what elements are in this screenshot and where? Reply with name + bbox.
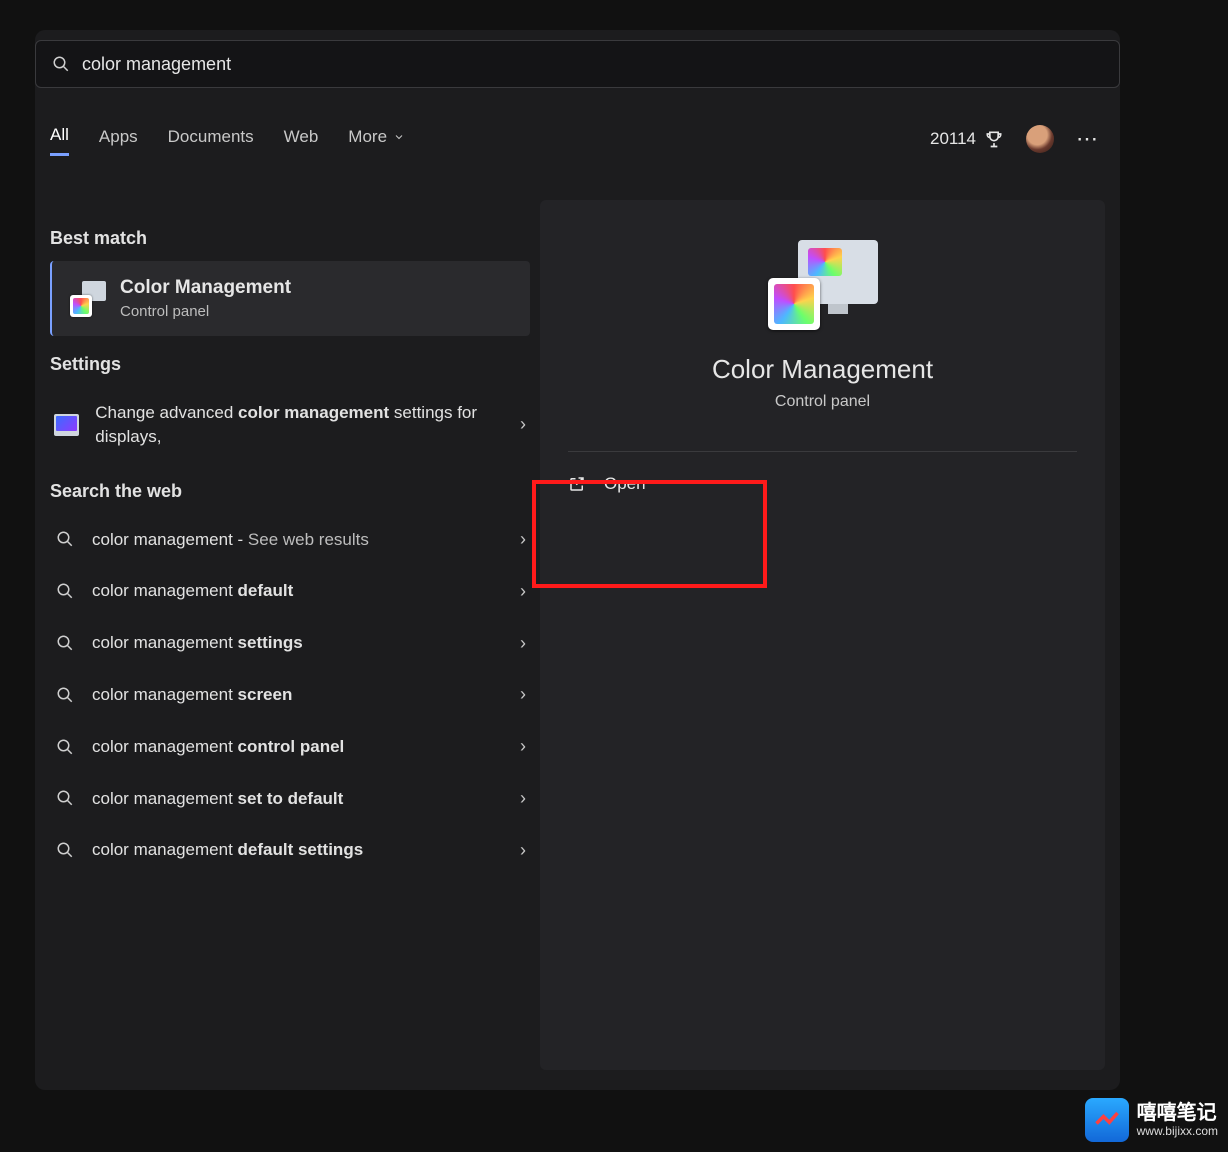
settings-label: Settings: [50, 354, 530, 375]
result-detail-panel: Color Management Control panel Open: [540, 200, 1105, 1070]
detail-title: Color Management: [540, 354, 1105, 385]
web-result-7[interactable]: color management default settings ›: [50, 824, 530, 876]
open-icon: [568, 475, 586, 493]
search-icon: [54, 787, 76, 809]
chevron-right-icon: ›: [520, 736, 526, 757]
chevron-right-icon: ›: [520, 581, 526, 602]
search-input[interactable]: [82, 54, 982, 75]
filter-tabs: All Apps Documents Web More: [50, 125, 405, 156]
settings-result-text: Change advanced color management setting…: [95, 401, 504, 449]
tab-all[interactable]: All: [50, 125, 69, 156]
chevron-down-icon: [393, 131, 405, 143]
color-management-icon: [70, 281, 106, 317]
tab-documents[interactable]: Documents: [168, 127, 254, 155]
open-label: Open: [604, 474, 646, 494]
search-icon: [54, 736, 76, 758]
search-icon: [54, 632, 76, 654]
search-icon: [54, 580, 76, 602]
watermark: 嘻嘻笔记 www.bijixx.com: [1085, 1098, 1218, 1142]
search-web-label: Search the web: [50, 481, 530, 502]
web-result-1[interactable]: color management - See web results ›: [50, 514, 530, 566]
chevron-right-icon: ›: [520, 684, 526, 705]
chevron-right-icon: ›: [520, 840, 526, 861]
trophy-icon: [984, 129, 1004, 149]
chevron-right-icon: ›: [520, 788, 526, 809]
search-icon: [52, 55, 70, 73]
search-icon: [54, 528, 76, 550]
search-icon: [54, 839, 76, 861]
web-result-6[interactable]: color management set to default ›: [50, 773, 530, 825]
rewards-points[interactable]: 20114: [930, 129, 1004, 149]
search-bar[interactable]: [35, 40, 1120, 88]
color-management-large-icon: [768, 240, 878, 330]
tab-web[interactable]: Web: [284, 127, 319, 155]
chevron-right-icon: ›: [520, 414, 526, 435]
detail-subtitle: Control panel: [540, 393, 1105, 411]
web-result-4[interactable]: color management screen ›: [50, 669, 530, 721]
tab-more-label: More: [348, 127, 387, 147]
user-avatar[interactable]: [1026, 125, 1054, 153]
best-match-subtitle: Control panel: [120, 303, 291, 320]
more-options[interactable]: ⋯: [1076, 126, 1100, 152]
search-icon: [54, 684, 76, 706]
watermark-logo-icon: [1085, 1098, 1129, 1142]
chevron-right-icon: ›: [520, 529, 526, 550]
display-icon: [54, 414, 79, 436]
best-match-label: Best match: [50, 228, 530, 249]
web-result-5[interactable]: color management control panel ›: [50, 721, 530, 773]
best-match-item[interactable]: Color Management Control panel: [50, 261, 530, 336]
open-button[interactable]: Open: [540, 452, 1105, 516]
tab-apps[interactable]: Apps: [99, 127, 138, 155]
web-result-2[interactable]: color management default ›: [50, 565, 530, 617]
chevron-right-icon: ›: [520, 633, 526, 654]
web-result-3[interactable]: color management settings ›: [50, 617, 530, 669]
tab-more[interactable]: More: [348, 127, 405, 155]
settings-result-1[interactable]: Change advanced color management setting…: [50, 387, 530, 463]
best-match-title: Color Management: [120, 277, 291, 299]
points-value: 20114: [930, 129, 976, 149]
watermark-url: www.bijixx.com: [1137, 1124, 1218, 1138]
watermark-title: 嘻嘻笔记: [1137, 1103, 1218, 1124]
